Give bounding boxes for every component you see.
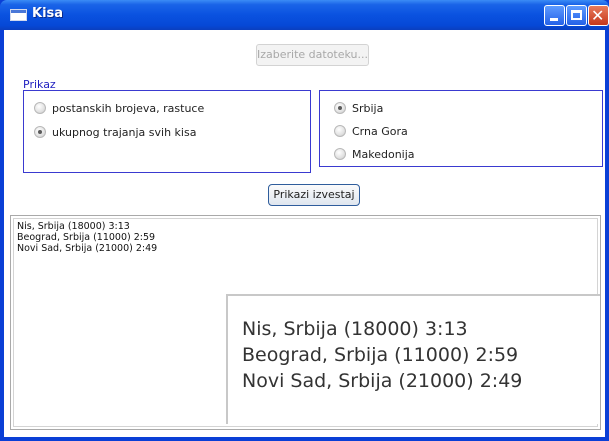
report-line: Novi Sad, Srbija (21000) 2:49: [17, 243, 158, 254]
zoomed-report-inset: Nis, Srbija (18000) 3:13 Beograd, Srbija…: [226, 294, 600, 424]
radio-label: Crna Gora: [352, 124, 408, 138]
sort-options-group: postanskih brojeva, rastuce ukupnog traj…: [23, 90, 311, 173]
radio-button-icon: [334, 148, 346, 160]
close-icon: ✕: [591, 6, 605, 25]
choose-file-button[interactable]: Izaberite datoteku...: [256, 44, 369, 66]
zoomed-report-line: Nis, Srbija (18000) 3:13: [242, 318, 468, 340]
report-lines: Nis, Srbija (18000) 3:13 Beograd, Srbija…: [17, 221, 157, 254]
radio-label: Makedonija: [352, 147, 415, 161]
zoomed-report-lines: Nis, Srbija (18000) 3:13 Beograd, Srbija…: [242, 316, 522, 394]
show-report-button[interactable]: Prikazi izvestaj: [268, 184, 360, 206]
client-area: Izaberite datoteku... Prikaz postanskih …: [4, 30, 605, 437]
report-line: Nis, Srbija (18000) 3:13: [17, 221, 130, 232]
maximize-button[interactable]: [566, 5, 587, 26]
zoomed-report-line: Novi Sad, Srbija (21000) 2:49: [242, 370, 523, 392]
report-output-area[interactable]: Nis, Srbija (18000) 3:13 Beograd, Srbija…: [10, 215, 601, 430]
minimize-button[interactable]: [544, 5, 565, 26]
maximize-icon: [571, 10, 582, 20]
zoomed-report-line: Beograd, Srbija (11000) 2:59: [242, 344, 519, 366]
app-window-icon: [10, 9, 27, 21]
radio-country-montenegro[interactable]: Crna Gora: [334, 123, 408, 139]
radio-label: Srbija: [352, 101, 384, 115]
minimize-icon: [550, 18, 558, 21]
radio-label: ukupnog trajanja svih kisa: [52, 125, 197, 139]
radio-sort-postal[interactable]: postanskih brojeva, rastuce: [34, 100, 204, 116]
app-window: Kisa ✕ Izaberite datoteku... Prikaz post…: [0, 0, 609, 441]
radio-country-macedonia[interactable]: Makedonija: [334, 146, 415, 162]
radio-country-serbia[interactable]: Srbija: [334, 100, 383, 116]
radio-button-icon: [334, 102, 346, 114]
report-line: Beograd, Srbija (11000) 2:59: [17, 232, 156, 243]
window-title: Kisa: [32, 6, 64, 21]
radio-button-icon: [334, 125, 346, 137]
close-button[interactable]: ✕: [588, 5, 609, 26]
radio-label: postanskih brojeva, rastuce: [52, 101, 205, 115]
title-bar[interactable]: Kisa ✕: [0, 0, 609, 30]
radio-button-icon: [34, 102, 46, 114]
radio-button-icon: [34, 126, 46, 138]
country-group: Srbija Crna Gora Makedonija: [319, 90, 603, 167]
radio-sort-duration[interactable]: ukupnog trajanja svih kisa: [34, 124, 196, 140]
